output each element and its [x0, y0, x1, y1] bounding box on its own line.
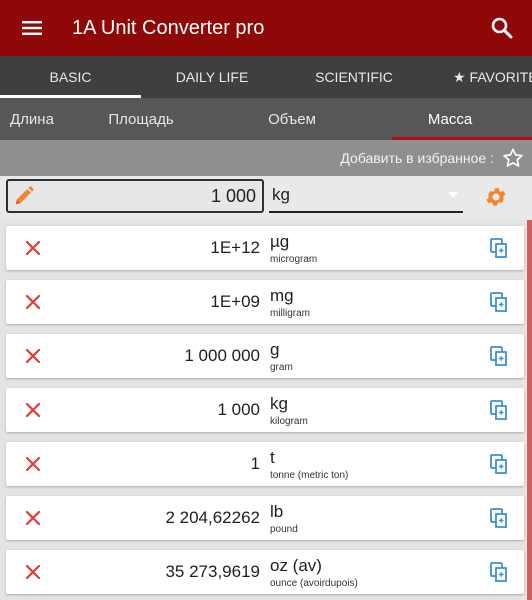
unit-name: tonne (metric ton)	[270, 470, 349, 481]
tab-favorites[interactable]: ★ FAVORITES	[425, 56, 532, 98]
gear-icon[interactable]	[483, 184, 509, 210]
pencil-icon[interactable]	[8, 185, 40, 207]
tab-scientific[interactable]: SCIENTIFIC	[283, 56, 425, 98]
copy-icon[interactable]	[488, 237, 510, 259]
tab-basic[interactable]: BASIC	[0, 56, 141, 98]
result-value: 1	[250, 454, 260, 473]
unit-name: pound	[270, 524, 298, 535]
category-tabs: BASIC DAILY LIFE SCIENTIFIC ★ FAVORITES	[0, 56, 532, 98]
app-bar: 1A Unit Converter pro	[0, 0, 532, 56]
copy-icon[interactable]	[488, 399, 510, 421]
result-value: 1E+09	[210, 292, 260, 311]
input-value: 1 000	[210, 185, 256, 206]
selected-unit: kg	[272, 185, 290, 204]
unit-name: kilogram	[270, 416, 308, 427]
app-title: 1A Unit Converter pro	[72, 16, 265, 39]
result-row-milligram[interactable]: 1E+09 mg milligram	[6, 280, 524, 324]
unit-symbol: mg	[270, 286, 294, 305]
subtab-mass[interactable]: Масса	[368, 98, 532, 140]
subtab-volume[interactable]: Объем	[216, 98, 368, 140]
unit-select[interactable]: kg	[269, 179, 463, 213]
star-outline-icon[interactable]	[502, 147, 524, 169]
result-row-microgram[interactable]: 1E+12 µg microgram	[6, 226, 524, 270]
input-row: 1 000 kg	[0, 176, 532, 220]
result-value: 1E+12	[210, 238, 260, 257]
subtab-length[interactable]: Длина	[0, 98, 66, 140]
quantity-tabs: Длина Площадь Объем Масса	[0, 98, 532, 140]
delete-icon[interactable]	[22, 237, 44, 259]
copy-icon[interactable]	[488, 291, 510, 313]
delete-icon[interactable]	[22, 291, 44, 313]
copy-icon[interactable]	[488, 561, 510, 583]
result-value: 2 204,62262	[165, 508, 260, 527]
result-value: 35 273,9619	[165, 562, 260, 581]
unit-symbol: µg	[270, 232, 290, 251]
unit-name: gram	[270, 362, 293, 373]
unit-symbol: g	[270, 340, 280, 359]
unit-symbol: lb	[270, 502, 284, 521]
delete-icon[interactable]	[22, 453, 44, 475]
tab-daily-life[interactable]: DAILY LIFE	[141, 56, 283, 98]
delete-icon[interactable]	[22, 345, 44, 367]
result-row-pound[interactable]: 2 204,62262 lb pound	[6, 496, 524, 540]
copy-icon[interactable]	[488, 345, 510, 367]
unit-symbol: kg	[270, 394, 288, 413]
result-value: 1 000	[217, 400, 260, 419]
scroll-indicator[interactable]	[527, 220, 532, 600]
unit-name: ounce (avoirdupois)	[270, 578, 358, 589]
result-row-tonne[interactable]: 1 t tonne (metric ton)	[6, 442, 524, 486]
copy-icon[interactable]	[488, 453, 510, 475]
value-input[interactable]: 1 000	[6, 179, 264, 213]
search-icon[interactable]	[472, 0, 532, 56]
dropdown-icon[interactable]	[443, 185, 463, 205]
result-row-kilogram[interactable]: 1 000 kg kilogram	[6, 388, 524, 432]
add-to-favorites-bar: Добавить в избранное :	[0, 140, 532, 176]
unit-name: milligram	[270, 308, 310, 319]
result-row-gram[interactable]: 1 000 000 g gram	[6, 334, 524, 378]
subtab-area[interactable]: Площадь	[66, 98, 216, 140]
result-row-ounce[interactable]: 35 273,9619 oz (av) ounce (avoirdupois)	[6, 550, 524, 594]
hamburger-icon[interactable]	[0, 0, 64, 56]
unit-symbol: t	[270, 448, 275, 467]
delete-icon[interactable]	[22, 399, 44, 421]
unit-symbol: oz (av)	[270, 556, 322, 575]
unit-name: microgram	[270, 254, 318, 265]
copy-icon[interactable]	[488, 507, 510, 529]
delete-icon[interactable]	[22, 561, 44, 583]
result-value: 1 000 000	[184, 346, 260, 365]
delete-icon[interactable]	[22, 507, 44, 529]
add-to-favorites-label: Добавить в избранное :	[340, 150, 494, 166]
